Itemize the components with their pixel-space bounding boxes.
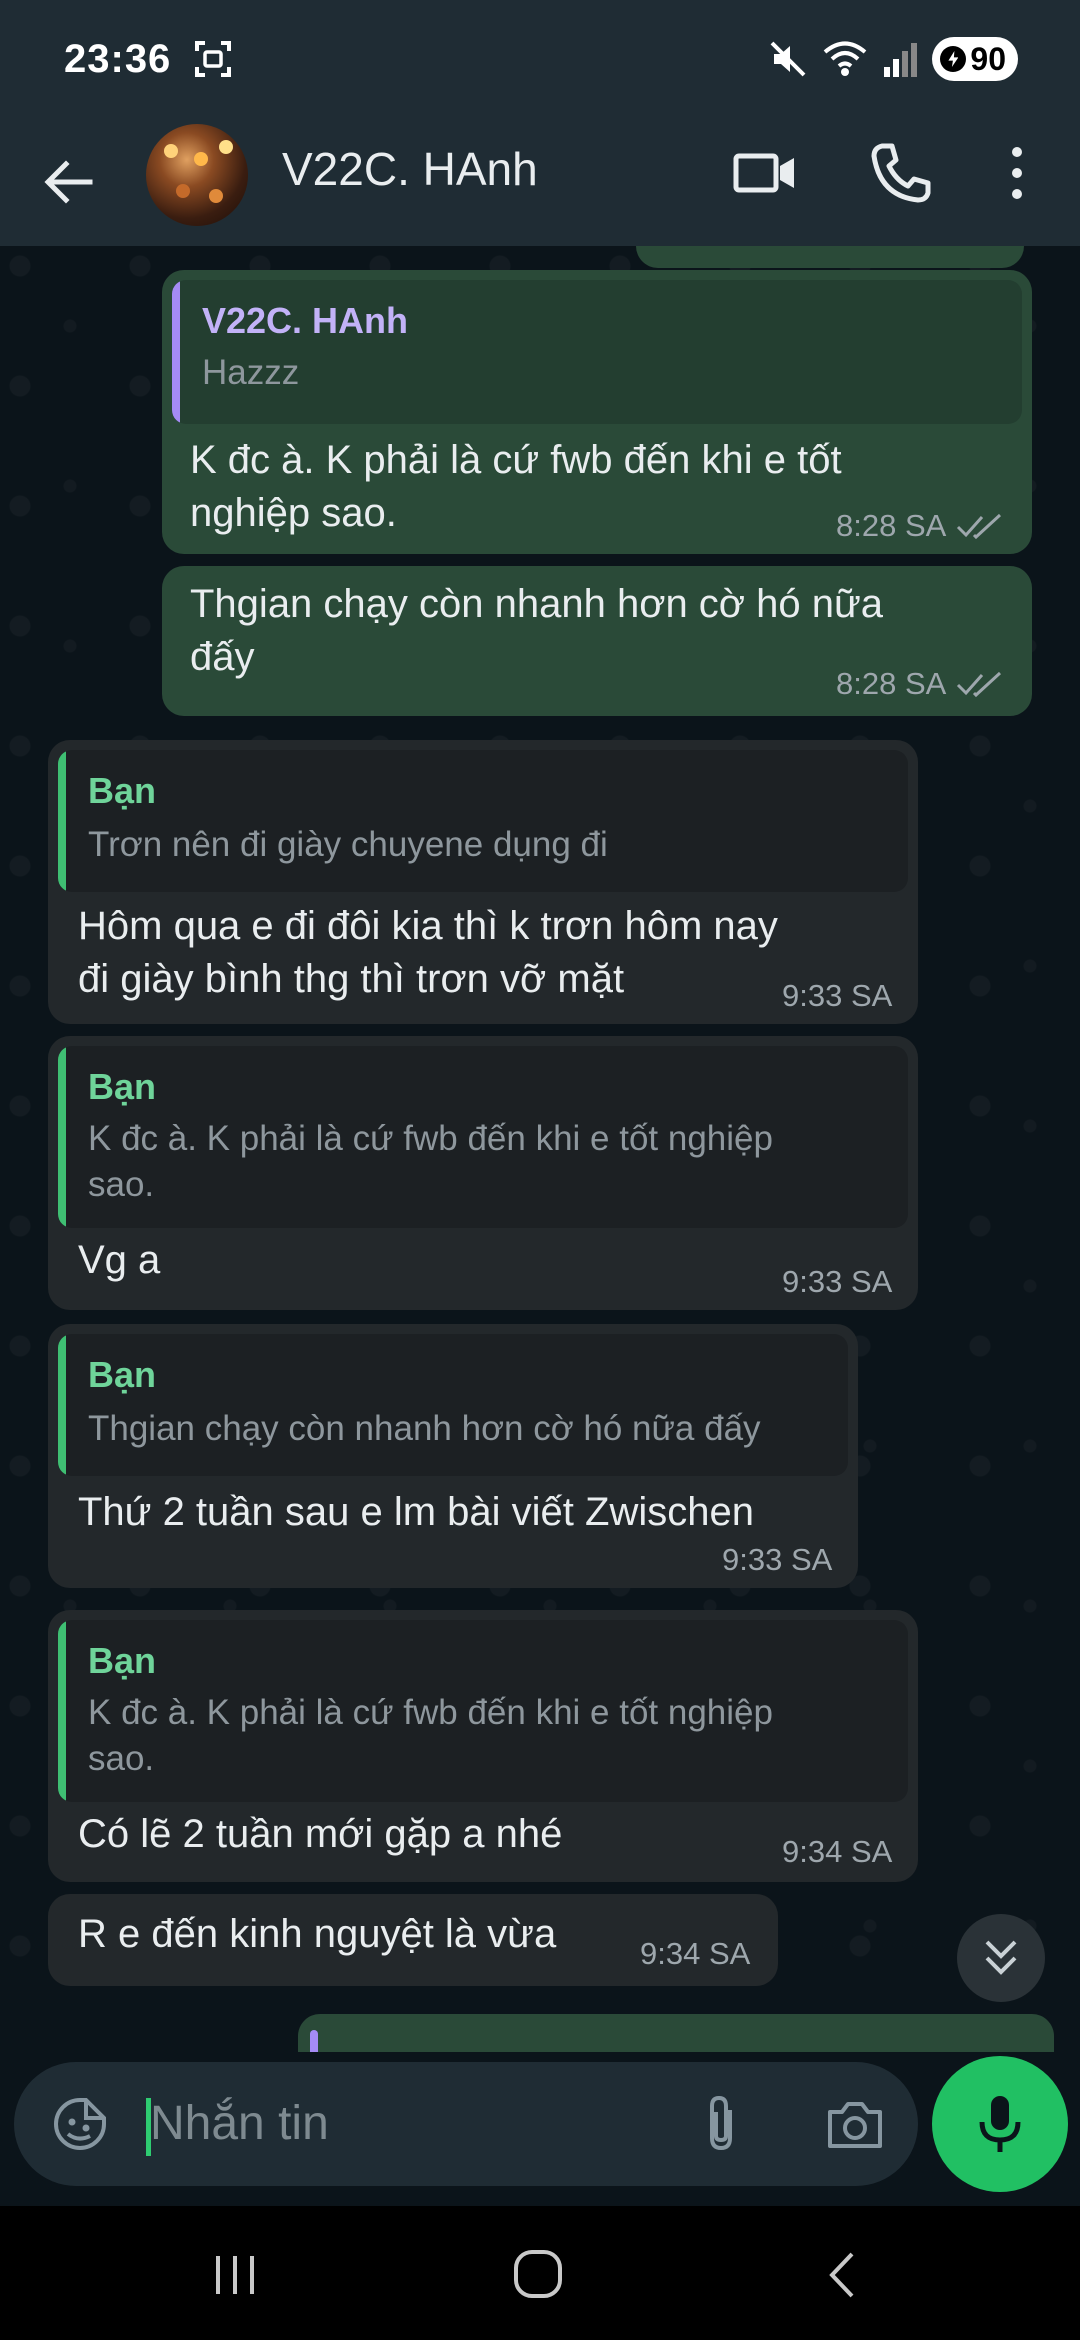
reply-quote[interactable]: Bạn Trơn nên đi giày chuyene dụng đi <box>58 750 908 892</box>
video-call-icon[interactable] <box>730 138 800 208</box>
message-meta: 8:28 SA <box>836 666 1002 702</box>
message-bubble-partial <box>298 2014 1054 2052</box>
home-icon[interactable] <box>512 2248 564 2300</box>
message-time: 9:34 SA <box>640 1936 751 1971</box>
message-meta: 9:34 SA <box>782 1834 892 1870</box>
quote-accent-bar <box>58 750 66 892</box>
message-bubble-incoming[interactable]: R e đến kinh nguyệt là vừa 9:34 SA <box>48 1894 778 1986</box>
recent-apps-icon[interactable] <box>212 2252 258 2298</box>
phone-icon[interactable] <box>866 138 936 208</box>
message-bubble-partial <box>636 246 1024 268</box>
composer: Nhắn tin <box>0 2052 1080 2206</box>
scroll-to-bottom-button[interactable] <box>957 1914 1045 2002</box>
message-text: Hôm qua e đi đôi kia thì k trơn hôm nay … <box>78 900 778 1006</box>
quote-author: Bạn <box>88 1640 157 1681</box>
reply-quote[interactable]: Bạn K đc à. K phải là cứ fwb đến khi e t… <box>58 1046 908 1228</box>
message-text: Thgian chạy còn nhanh hơn cờ hó nữa đấy <box>190 578 883 684</box>
quote-line: sao. <box>88 1165 155 1204</box>
contact-name[interactable]: V22C. HAnh <box>282 142 538 196</box>
message-line: Thứ 2 tuần sau e lm bài viết Zwischen <box>78 1490 754 1534</box>
quote-author: Bạn <box>88 1066 157 1107</box>
message-meta: 9:33 SA <box>782 978 892 1014</box>
message-bubble-outgoing[interactable]: Thgian chạy còn nhanh hơn cờ hó nữa đấy … <box>162 566 1032 716</box>
quote-accent-bar <box>310 2030 318 2052</box>
message-time: 8:28 SA <box>836 666 947 701</box>
battery-saver-icon <box>940 46 967 72</box>
message-text: Thứ 2 tuần sau e lm bài viết Zwischen <box>78 1486 754 1539</box>
reply-quote[interactable]: V22C. HAnh Hazzz <box>172 280 1022 424</box>
wifi-icon <box>824 41 867 76</box>
message-text: R e đến kinh nguyệt là vừa <box>78 1908 556 1961</box>
message-list[interactable]: V22C. HAnh Hazzz K đc à. K phải là cứ fw… <box>0 246 1080 2052</box>
quote-author: Bạn <box>88 770 157 811</box>
message-line: R e đến kinh nguyệt là vừa <box>78 1912 557 1956</box>
back-nav-icon[interactable] <box>822 2250 862 2300</box>
message-line: nghiệp sao. <box>190 491 397 535</box>
quote-author: Bạn <box>88 1354 157 1395</box>
quote-text: Hazzz <box>202 353 300 392</box>
more-vert-icon[interactable] <box>982 138 1052 208</box>
reply-quote[interactable]: Bạn K đc à. K phải là cứ fwb đến khi e t… <box>58 1620 908 1802</box>
message-bubble-incoming[interactable]: Bạn K đc à. K phải là cứ fwb đến khi e t… <box>48 1610 918 1882</box>
message-meta: 8:28 SA <box>836 508 1002 544</box>
double-check-icon <box>957 671 1002 698</box>
status-bar: 23:36 90 <box>0 0 1080 118</box>
quote-line: K đc à. K phải là cứ fwb đến khi e tốt n… <box>88 1693 773 1732</box>
message-text: Vg a <box>78 1234 160 1287</box>
status-time: 23:36 <box>64 36 172 81</box>
system-nav-bar <box>0 2206 1080 2340</box>
paperclip-icon[interactable] <box>696 2092 746 2156</box>
quote-text: Trơn nên đi giày chuyene dụng đi <box>88 825 608 864</box>
quote-accent-bar <box>58 1620 66 1802</box>
message-input[interactable]: Nhắn tin <box>150 2096 329 2151</box>
quote-line: sao. <box>88 1739 155 1778</box>
message-time: 9:33 SA <box>782 978 893 1013</box>
quote-accent-bar <box>172 280 180 424</box>
message-line: Thgian chạy còn nhanh hơn cờ hó nữa <box>190 582 884 626</box>
screen-record-icon <box>195 41 232 77</box>
message-bubble-incoming[interactable]: Bạn Trơn nên đi giày chuyene dụng đi Hôm… <box>48 740 918 1024</box>
message-line: K đc à. K phải là cứ fwb đến khi e tốt <box>190 438 842 482</box>
message-bubble-outgoing[interactable]: V22C. HAnh Hazzz K đc à. K phải là cứ fw… <box>162 270 1032 554</box>
message-time: 9:34 SA <box>782 1834 893 1869</box>
quote-text: K đc à. K phải là cứ fwb đến khi e tốt n… <box>88 1690 888 1782</box>
message-text: Có lẽ 2 tuần mới gặp a nhé <box>78 1808 562 1861</box>
reply-quote[interactable]: Bạn Thgian chạy còn nhanh hơn cờ hó nữa … <box>58 1334 848 1476</box>
message-meta: 9:34 SA <box>640 1936 750 1972</box>
quote-line: K đc à. K phải là cứ fwb đến khi e tốt n… <box>88 1119 773 1158</box>
quote-accent-bar <box>58 1334 66 1476</box>
message-line: Hôm qua e đi đôi kia thì k trơn hôm nay <box>78 904 778 948</box>
chat-header: V22C. HAnh <box>0 118 1080 246</box>
message-text: K đc à. K phải là cứ fwb đến khi e tốt n… <box>190 434 842 540</box>
message-bubble-incoming[interactable]: Bạn Thgian chạy còn nhanh hơn cờ hó nữa … <box>48 1324 858 1588</box>
mute-icon <box>770 41 806 77</box>
avatar[interactable] <box>146 124 248 226</box>
message-meta: 9:33 SA <box>782 1264 892 1300</box>
quote-text: Thgian chạy còn nhanh hơn cờ hó nữa đấy <box>88 1409 761 1448</box>
arrow-left-icon[interactable] <box>40 152 100 212</box>
battery-level: 90 <box>970 40 1006 77</box>
quote-author: V22C. HAnh <box>202 300 409 341</box>
quote-text: K đc à. K phải là cứ fwb đến khi e tốt n… <box>88 1116 888 1208</box>
message-line: Có lẽ 2 tuần mới gặp a nhé <box>78 1812 563 1856</box>
message-line: đi giày bình thg thì trơn vỡ mặt <box>78 957 625 1001</box>
double-check-icon <box>957 513 1002 540</box>
message-input-container[interactable]: Nhắn tin <box>14 2062 918 2186</box>
quote-accent-bar <box>58 1046 66 1228</box>
message-meta: 9:33 SA <box>722 1542 832 1578</box>
message-time: 8:28 SA <box>836 508 947 543</box>
message-line: đấy <box>190 635 255 679</box>
mic-icon <box>979 2096 1021 2152</box>
camera-icon[interactable] <box>824 2094 886 2156</box>
sticker-icon[interactable] <box>50 2094 110 2154</box>
double-chevron-down-icon <box>985 1940 1017 1975</box>
signal-icon <box>884 43 918 77</box>
battery-indicator: 90 <box>932 37 1018 81</box>
message-time: 9:33 SA <box>782 1264 893 1299</box>
message-time: 9:33 SA <box>722 1542 833 1577</box>
message-line: Vg a <box>78 1238 161 1282</box>
message-bubble-incoming[interactable]: Bạn K đc à. K phải là cứ fwb đến khi e t… <box>48 1036 918 1310</box>
mic-button[interactable] <box>932 2056 1068 2192</box>
